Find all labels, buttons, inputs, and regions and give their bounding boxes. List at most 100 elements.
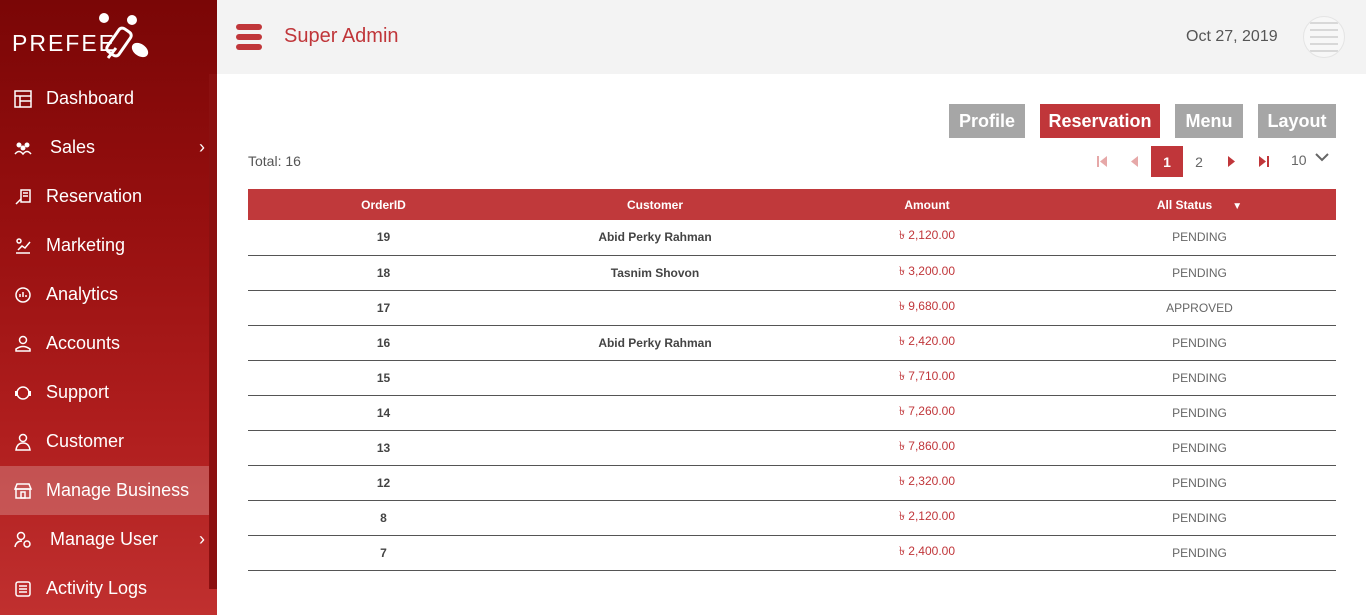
sidebar-item-sales[interactable]: Sales ›: [0, 123, 209, 172]
avatar[interactable]: [1303, 16, 1345, 58]
table-row[interactable]: 15 ৳ 7,710.00 PENDING: [248, 360, 1336, 395]
order-id-cell: 13: [376, 440, 391, 455]
order-id-cell: 14: [376, 405, 391, 420]
user-settings-icon: [0, 530, 46, 550]
order-id-cell: 17: [376, 300, 391, 315]
chevron-right-icon: ›: [199, 137, 205, 157]
amount-cell: ৳ 2,420.00: [898, 333, 956, 348]
first-page-icon[interactable]: [1092, 146, 1112, 177]
table-row[interactable]: 17 ৳ 9,680.00 APPROVED: [248, 290, 1336, 325]
amount-cell: ৳ 3,200.00: [898, 263, 956, 278]
col-customer[interactable]: Customer: [519, 189, 791, 220]
customer-cell: [519, 290, 791, 325]
table-row[interactable]: 7 ৳ 2,400.00 PENDING: [248, 535, 1336, 570]
tab-reservation[interactable]: Reservation: [1040, 104, 1160, 138]
sidebar-nav: Dashboard Sales › Reservation Marketing Analy…: [0, 74, 209, 613]
sidebar-item-label: Reservation: [46, 186, 143, 206]
tab-layout[interactable]: Layout: [1258, 104, 1336, 138]
amount-cell: ৳ 2,120.00: [898, 508, 956, 523]
accounts-icon: [0, 334, 46, 354]
col-amount[interactable]: Amount: [791, 189, 1063, 220]
table-row[interactable]: 14 ৳ 7,260.00 PENDING: [248, 395, 1336, 430]
sidebar-item-label: Analytics: [46, 284, 119, 304]
sidebar-item-label: Manage Business: [46, 480, 190, 500]
col-status-filter[interactable]: All Status ▼: [1063, 189, 1336, 220]
table-row[interactable]: 12 ৳ 2,320.00 PENDING: [248, 465, 1336, 500]
last-page-icon[interactable]: [1254, 146, 1274, 177]
table-row[interactable]: 16 Abid Perky Rahman ৳ 2,420.00 PENDING: [248, 325, 1336, 360]
marketing-icon: [0, 236, 46, 256]
status-cell: PENDING: [1172, 230, 1227, 245]
amount-cell: ৳ 2,320.00: [898, 473, 956, 488]
people-icon: [0, 138, 46, 158]
customer-cell: Abid Perky Rahman: [598, 335, 712, 350]
sidebar-item-manage-user[interactable]: Manage User ›: [0, 515, 209, 564]
amount-cell: ৳ 2,120.00: [898, 228, 956, 243]
page-size-select[interactable]: 10: [1291, 152, 1307, 168]
sidebar-item-label: Support: [46, 382, 110, 402]
status-cell: APPROVED: [1166, 300, 1233, 315]
status-cell: PENDING: [1172, 335, 1227, 350]
order-id-cell: 16: [376, 335, 391, 350]
table-row[interactable]: 13 ৳ 7,860.00 PENDING: [248, 430, 1336, 465]
chevron-down-icon[interactable]: [1315, 150, 1329, 164]
col-orderid[interactable]: OrderID: [248, 189, 519, 220]
next-page-icon[interactable]: [1222, 146, 1242, 177]
sidebar-item-support[interactable]: Support: [0, 368, 209, 417]
header-date: Oct 27, 2019: [1186, 28, 1278, 45]
sidebar-item-label: Dashboard: [46, 88, 135, 108]
sidebar-item-label: Sales: [50, 137, 96, 157]
sidebar-item-reservation[interactable]: Reservation: [0, 172, 209, 221]
chevron-right-icon: ›: [199, 529, 205, 549]
customer-cell: [519, 430, 791, 465]
customer-cell: [519, 465, 791, 500]
sidebar-item-dashboard[interactable]: Dashboard: [0, 74, 209, 123]
tab-profile[interactable]: Profile: [949, 104, 1025, 138]
reservation-icon: [0, 187, 46, 207]
sidebar-item-analytics[interactable]: Analytics: [0, 270, 209, 319]
menu-toggle-icon[interactable]: [236, 24, 262, 50]
analytics-icon: [0, 285, 46, 305]
page-2-button[interactable]: 2: [1183, 146, 1215, 177]
customer-cell: Tasnim Shovon: [610, 265, 700, 280]
sidebar-item-accounts[interactable]: Accounts: [0, 319, 209, 368]
status-cell: PENDING: [1172, 510, 1227, 525]
brand-logo[interactable]: PREFEE: [0, 0, 217, 74]
sidebar-item-activity-logs[interactable]: Activity Logs: [0, 564, 209, 613]
table-row[interactable]: 18 Tasnim Shovon ৳ 3,200.00 PENDING: [248, 255, 1336, 290]
prev-page-icon[interactable]: [1124, 146, 1144, 177]
table-row[interactable]: 8 ৳ 2,120.00 PENDING: [248, 500, 1336, 535]
order-id-cell: 18: [376, 265, 391, 280]
customer-cell: Abid Perky Rahman: [598, 230, 712, 245]
status-cell: PENDING: [1172, 545, 1227, 560]
customer-cell: [519, 360, 791, 395]
amount-cell: ৳ 2,400.00: [898, 543, 956, 558]
order-id-cell: 7: [380, 545, 387, 560]
logs-icon: [0, 579, 46, 599]
tab-menu[interactable]: Menu: [1175, 104, 1243, 138]
order-id-cell: 8: [380, 510, 387, 525]
sidebar-item-customer[interactable]: Customer: [0, 417, 209, 466]
dashboard-icon: [0, 89, 46, 109]
status-cell: PENDING: [1172, 370, 1227, 385]
orders-table: OrderID Customer Amount All Status ▼ 19 Ab…: [248, 189, 1336, 571]
sidebar-scrollbar[interactable]: [209, 74, 217, 589]
top-header: Super Admin Oct 27, 2019: [217, 0, 1366, 74]
customer-cell: [519, 535, 791, 570]
logo-icon: [99, 13, 149, 59]
status-cell: PENDING: [1172, 440, 1227, 455]
status-cell: PENDING: [1172, 265, 1227, 280]
order-id-cell: 15: [376, 370, 391, 385]
status-filter-label: All Status: [1156, 197, 1213, 212]
sidebar-item-label: Marketing: [46, 235, 126, 255]
caret-down-icon: ▼: [1232, 200, 1243, 212]
sidebar-item-label: Manage User: [50, 529, 159, 549]
table-row[interactable]: 19 Abid Perky Rahman ৳ 2,120.00 PENDING: [248, 220, 1336, 255]
sidebar-item-marketing[interactable]: Marketing: [0, 221, 209, 270]
page-1-button[interactable]: 1: [1151, 146, 1183, 177]
status-cell: PENDING: [1172, 475, 1227, 490]
page-title: Super Admin: [284, 25, 399, 47]
amount-cell: ৳ 7,860.00: [898, 438, 956, 453]
status-cell: PENDING: [1172, 405, 1227, 420]
sidebar-item-manage-business[interactable]: Manage Business: [0, 466, 209, 515]
